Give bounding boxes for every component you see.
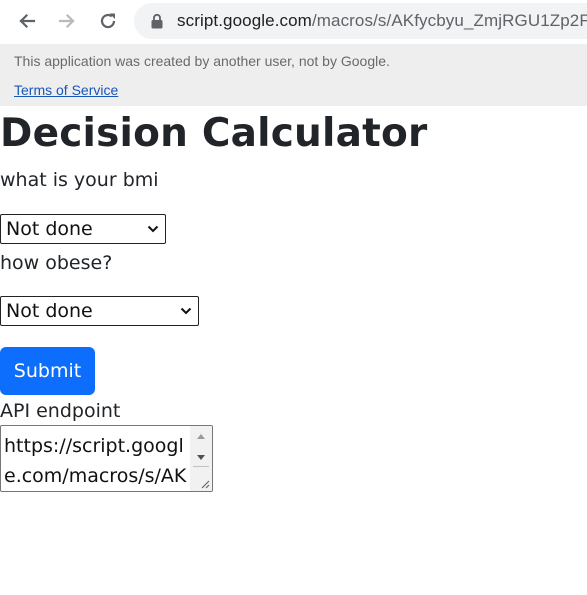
url-text: script.google.com/macros/s/AKfycbyu_ZmjR…	[177, 11, 587, 31]
url-path: /macros/s/AKfycbyu_ZmjRGU1Zp2F	[311, 11, 587, 30]
chevron-down-icon	[180, 307, 192, 315]
api-endpoint-value: https://script.google.com/macros/s/AKfy	[4, 435, 187, 487]
bmi-select-value: Not done	[6, 218, 93, 240]
arrow-forward-icon	[58, 13, 75, 29]
reload-button[interactable]	[94, 7, 122, 35]
lock-icon	[151, 13, 163, 29]
obese-select-value: Not done	[6, 300, 93, 322]
scroll-up-icon[interactable]	[196, 432, 206, 440]
submit-button[interactable]: Submit	[0, 347, 95, 395]
chevron-down-icon	[147, 225, 159, 233]
back-button[interactable]	[13, 7, 41, 35]
obese-select[interactable]: Not done	[0, 296, 199, 326]
reload-icon	[100, 13, 116, 29]
url-host: script.google.com	[177, 11, 312, 30]
page-title: Decision Calculator	[0, 111, 428, 156]
warning-text: This application was created by another …	[14, 53, 390, 69]
scroll-track-divider	[193, 466, 209, 467]
forward-button[interactable]	[53, 7, 81, 35]
scroll-down-icon[interactable]	[196, 454, 206, 462]
address-bar[interactable]: script.google.com/macros/s/AKfycbyu_ZmjR…	[134, 3, 587, 39]
terms-of-service-link[interactable]: Terms of Service	[14, 82, 118, 98]
bmi-label: what is your bmi	[0, 169, 159, 191]
api-endpoint-textarea[interactable]: https://script.google.com/macros/s/AKfy	[0, 425, 213, 492]
obese-label: how obese?	[0, 252, 113, 274]
browser-toolbar: script.google.com/macros/s/AKfycbyu_ZmjR…	[0, 0, 587, 44]
resize-grip-icon[interactable]	[200, 479, 210, 489]
api-endpoint-label: API endpoint	[0, 400, 121, 422]
bmi-select[interactable]: Not done	[0, 214, 166, 244]
warning-banner: This application was created by another …	[0, 44, 587, 106]
arrow-back-icon	[19, 13, 36, 29]
